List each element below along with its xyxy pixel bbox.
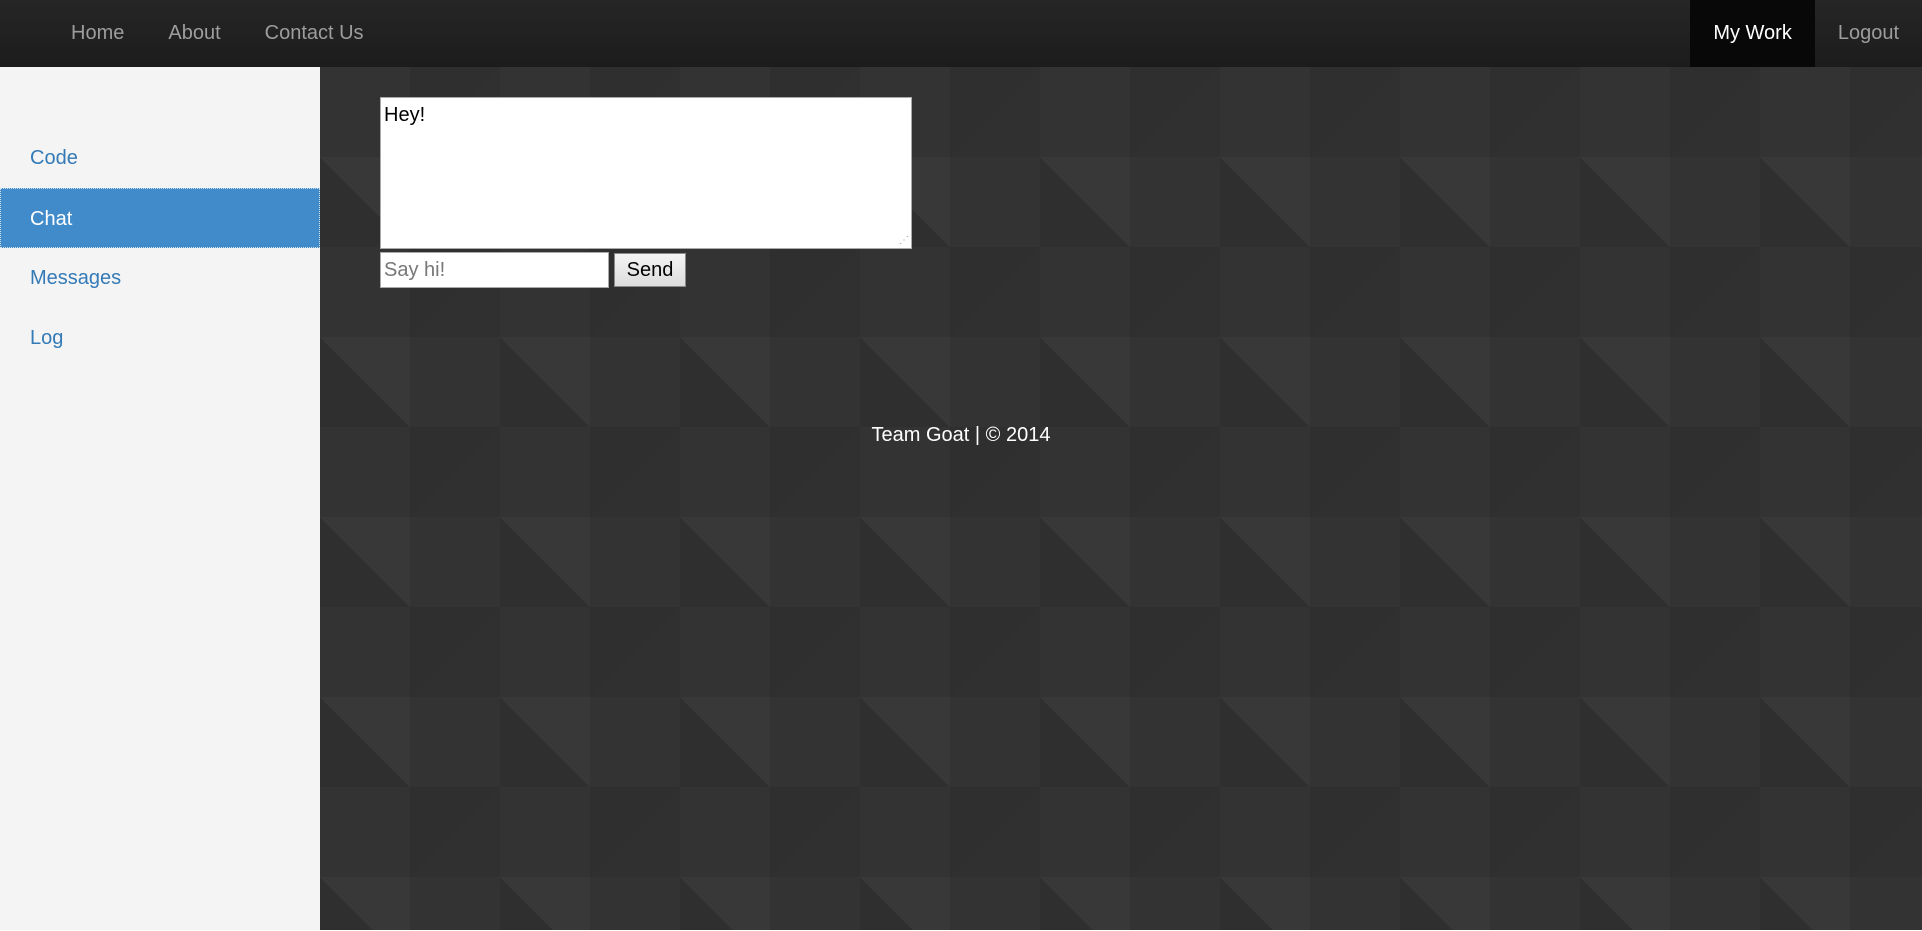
chat-log-text: Hey! <box>384 104 426 126</box>
send-button[interactable]: Send <box>614 253 686 287</box>
sidebar-item-messages[interactable]: Messages <box>0 248 320 308</box>
main-content: Hey! ⋰ Send Team Goat | © 2014 <box>320 67 1922 931</box>
sidebar: Code Chat Messages Log <box>0 67 320 931</box>
resize-grip-icon[interactable]: ⋰ <box>899 236 909 246</box>
message-input[interactable] <box>380 252 609 288</box>
sidebar-item-code[interactable]: Code <box>0 128 320 188</box>
chat-log-textarea[interactable]: Hey! ⋰ <box>380 97 912 249</box>
nav-left-group: Home About Contact Us <box>49 0 386 67</box>
app-window: Home About Contact Us My Work Logout Cod… <box>0 0 1922 931</box>
sidebar-item-chat[interactable]: Chat <box>0 188 320 248</box>
footer-copyright: Team Goat | © 2014 <box>871 424 1051 446</box>
top-navbar: Home About Contact Us My Work Logout <box>0 0 1922 67</box>
nav-contact-link[interactable]: Contact Us <box>243 0 386 67</box>
nav-my-work-link[interactable]: My Work <box>1690 0 1815 67</box>
nav-about-link[interactable]: About <box>146 0 242 67</box>
sidebar-nav-list: Code Chat Messages Log <box>0 128 320 368</box>
nav-home-link[interactable]: Home <box>49 0 146 67</box>
nav-logout-link[interactable]: Logout <box>1815 0 1922 67</box>
nav-right-group: My Work Logout <box>1690 0 1922 67</box>
sidebar-item-log[interactable]: Log <box>0 308 320 368</box>
